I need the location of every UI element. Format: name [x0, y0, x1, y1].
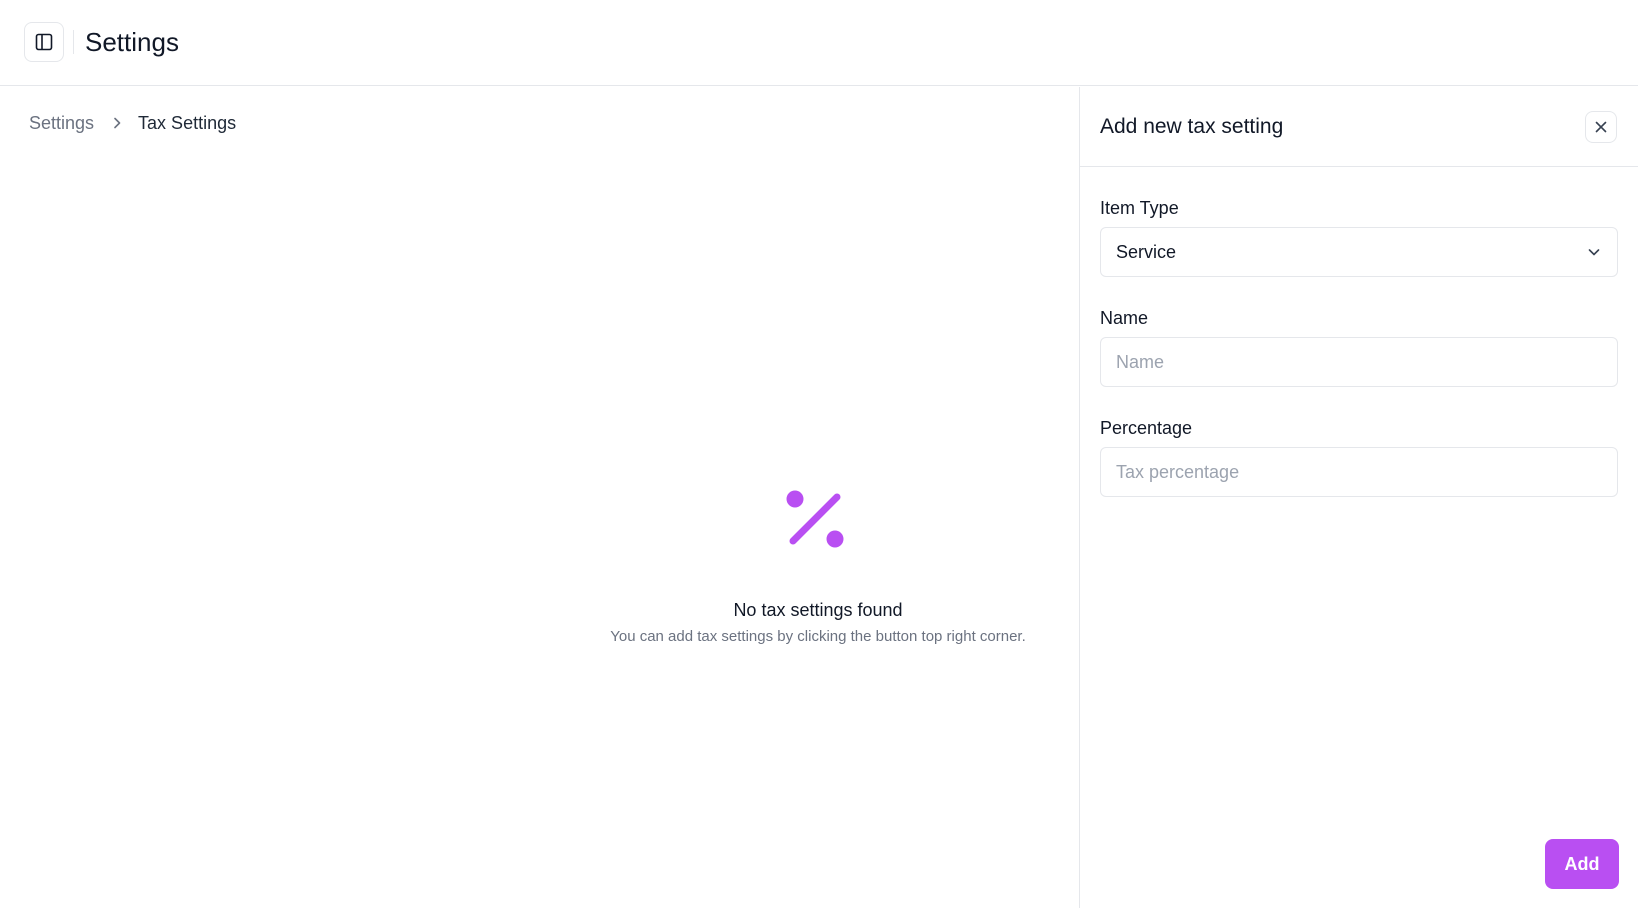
main-content: Settings Tax Settings — [0, 87, 1079, 908]
add-tax-setting-panel: Add new tax setting Item Type Service Na… — [1079, 87, 1638, 908]
name-field-wrapper — [1100, 337, 1618, 387]
panel-title: Add new tax setting — [1100, 115, 1284, 138]
name-label: Name — [1100, 308, 1149, 328]
panel-header: Add new tax setting — [1080, 87, 1638, 167]
item-type-label: Item Type — [1100, 198, 1179, 218]
percentage-input[interactable] — [1101, 448, 1617, 496]
top-bar: Settings — [0, 0, 1638, 86]
close-icon — [1595, 121, 1607, 133]
add-button[interactable]: Add — [1545, 839, 1619, 889]
name-input[interactable] — [1101, 338, 1617, 386]
sidebar-toggle-button[interactable] — [24, 22, 64, 62]
close-panel-button[interactable] — [1585, 111, 1617, 143]
item-type-select[interactable]: Service — [1100, 227, 1618, 277]
sidebar-panel-icon — [35, 33, 53, 51]
chevron-down-icon — [1588, 249, 1600, 256]
percentage-field-wrapper — [1100, 447, 1618, 497]
breadcrumb-item-tax-settings: Tax Settings — [138, 113, 237, 133]
page-title: Settings — [85, 27, 179, 57]
item-type-selected-value: Service — [1116, 241, 1177, 262]
chevron-right-icon — [110, 116, 124, 130]
header-divider — [73, 30, 74, 54]
breadcrumb-item-settings[interactable]: Settings — [29, 110, 94, 136]
breadcrumb: Settings Tax Settings — [29, 110, 236, 136]
percentage-label: Percentage — [1100, 418, 1193, 438]
